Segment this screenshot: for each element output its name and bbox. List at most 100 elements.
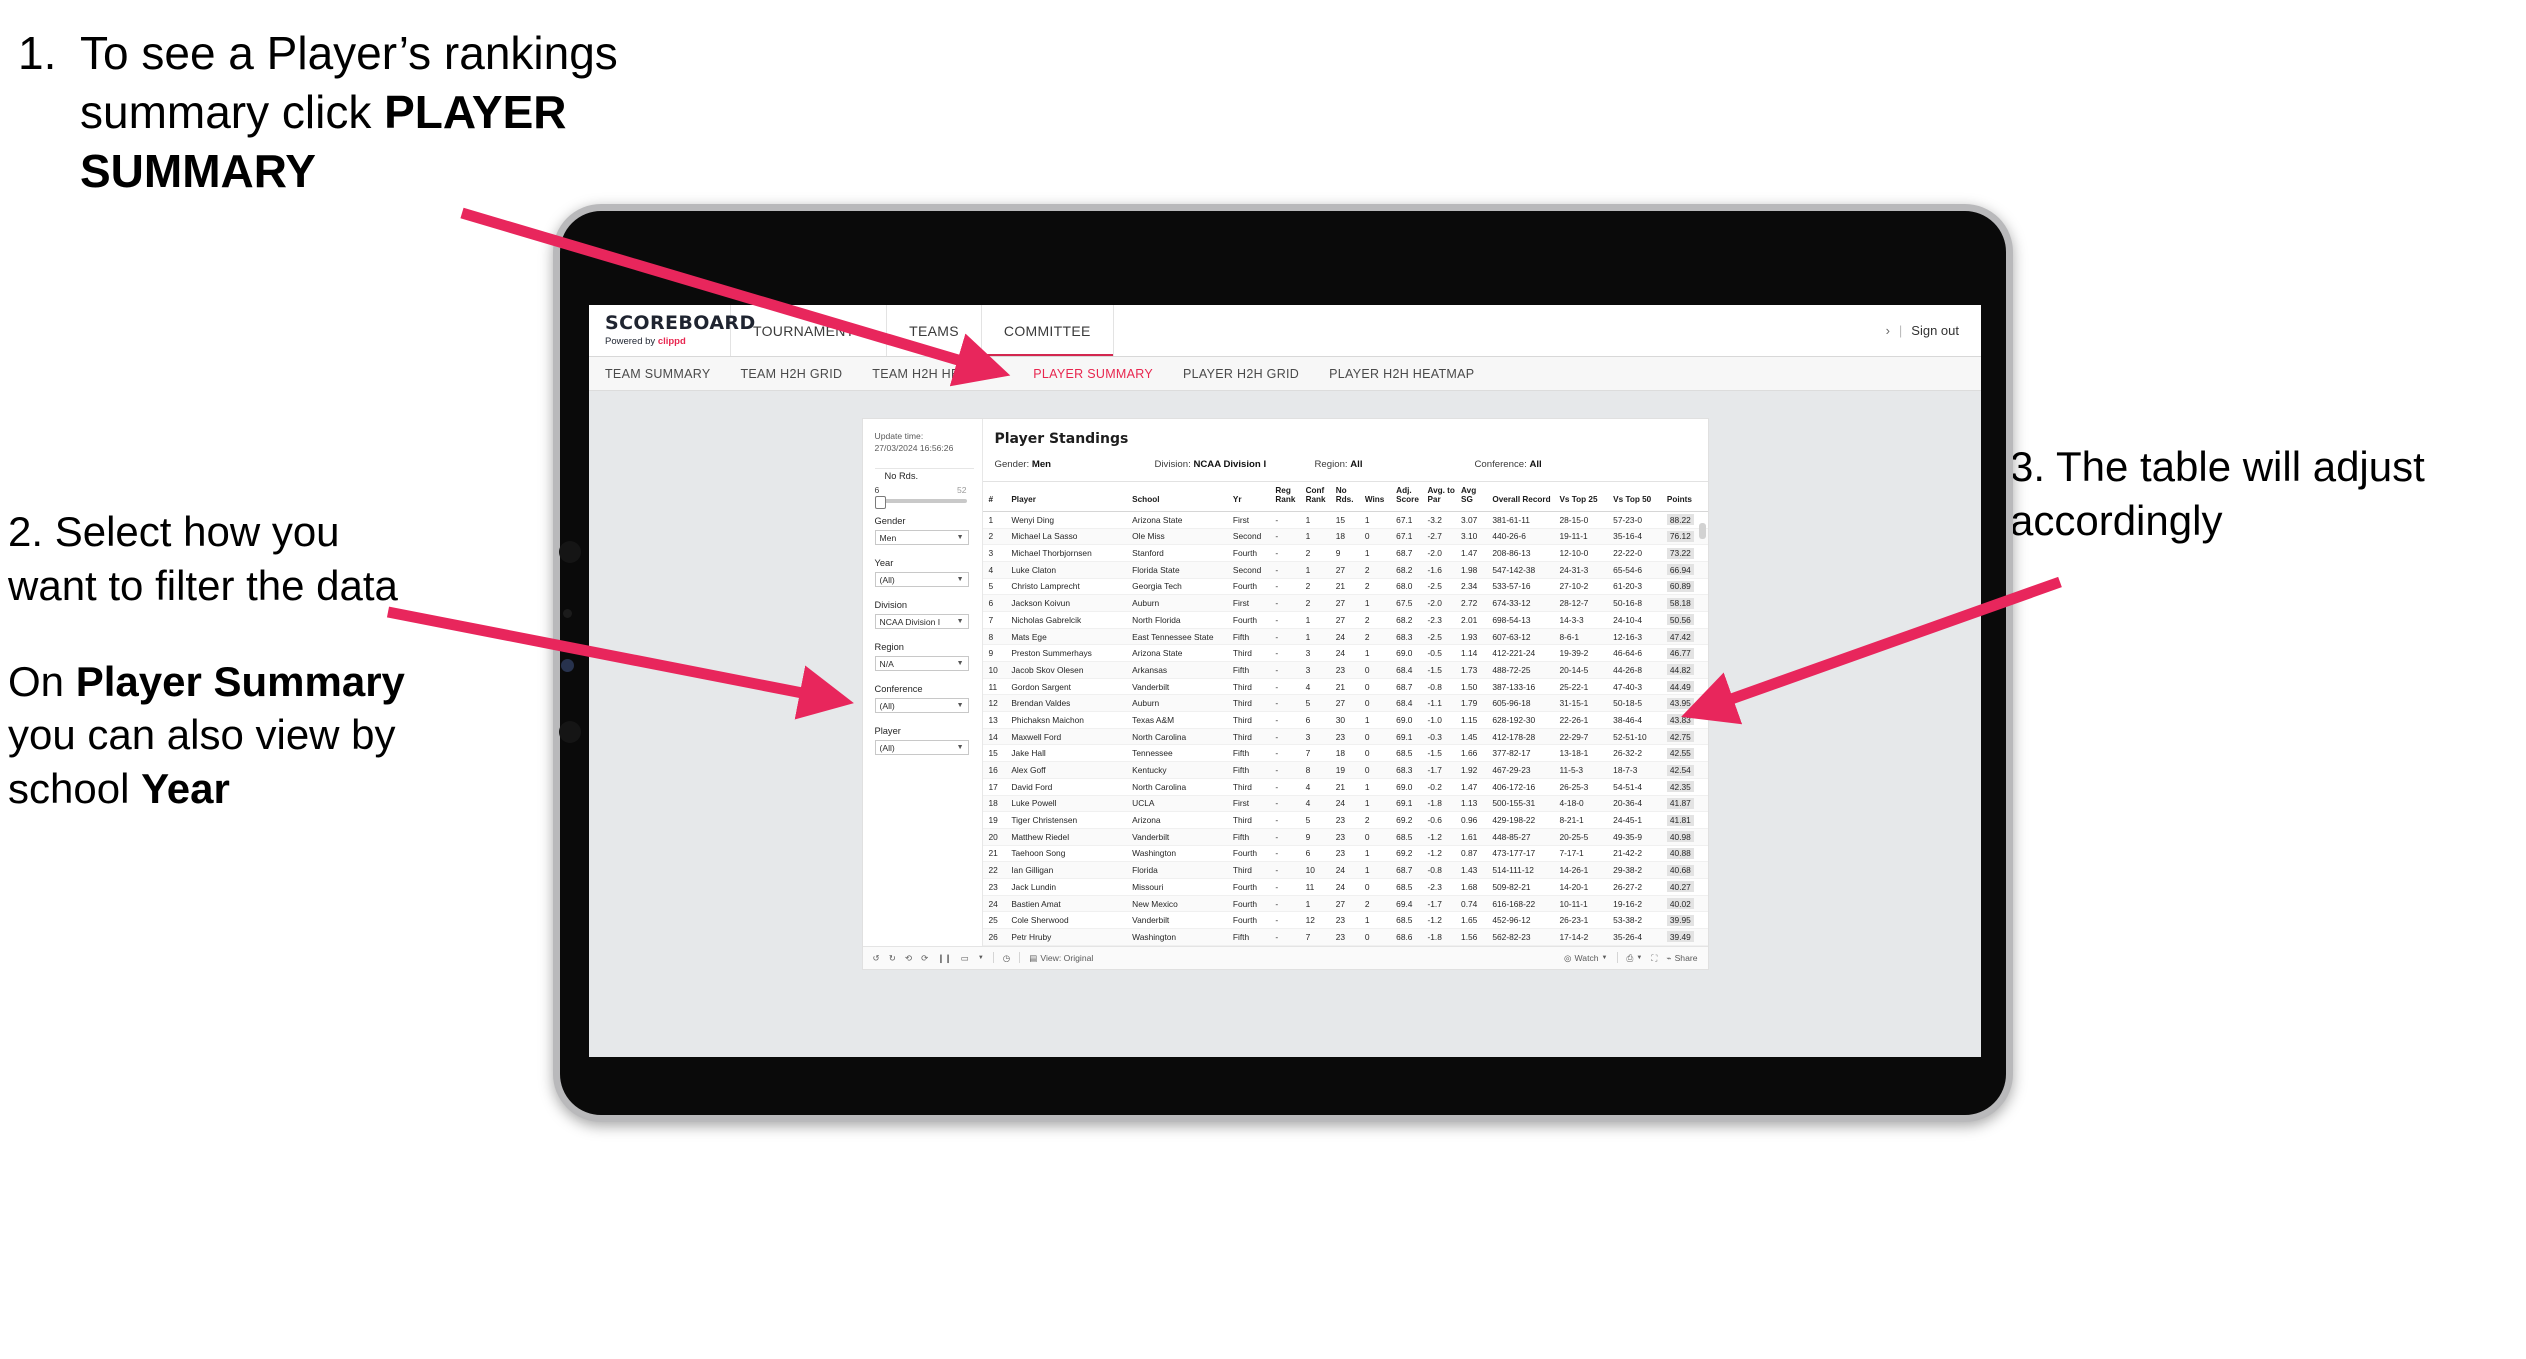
division-select[interactable]: NCAA Division I ▼ xyxy=(874,614,969,630)
cell-overall-record: 616-168-22 xyxy=(1490,895,1558,913)
table-row[interactable]: 25 Cole Sherwood Vanderbilt Fourth -12 23 1 68.… xyxy=(982,911,1708,930)
table-row[interactable]: 16 Alex Goff Kentucky Fifth -8 19 0 68.3 -1.7 1.9… xyxy=(982,761,1708,779)
cell-vs-top-50: 19-16-2 xyxy=(1611,895,1665,913)
region-select[interactable]: N/A ▼ xyxy=(874,656,969,672)
table-row[interactable]: 13 Phichaksn Maichon Texas A&M Third -6 30 1 69… xyxy=(982,711,1708,729)
player-standings-card: Update time: 27/03/2024 16:56:26 No Rds.… xyxy=(862,419,1708,969)
cell-yr: First xyxy=(1230,511,1274,529)
table-row[interactable]: 14 Maxwell Ford North Carolina Third -3 23 0 69… xyxy=(982,728,1708,746)
share-button[interactable]: ⌁ Share xyxy=(1666,953,1697,963)
cell-reg-rank: - xyxy=(1273,511,1304,529)
table-row[interactable]: 22 Ian Gilligan Florida Third -10 24 1 68.7 -0.8… xyxy=(982,861,1708,879)
table-row[interactable]: 11 Gordon Sargent Vanderbilt Third -4 21 0 68.7… xyxy=(982,678,1708,696)
tab-player-h2h-heatmap[interactable]: PLAYER H2H HEATMAP xyxy=(1329,367,1474,381)
table-row[interactable]: 8 Mats Ege East Tennessee State Fifth -1 24 2 6… xyxy=(982,628,1708,646)
gender-label: Gender xyxy=(874,516,906,527)
chevron-right-icon[interactable]: › xyxy=(1886,323,1890,338)
cell-reg-rank: - xyxy=(1273,678,1304,696)
cell-overall-record: 500-155-31 xyxy=(1490,795,1558,813)
table-row[interactable]: 18 Luke Powell UCLA First -4 24 1 69.1 -1.8 1.13 5… xyxy=(982,795,1708,813)
col-rank[interactable]: # xyxy=(982,481,1010,512)
sign-out-button[interactable]: Sign out xyxy=(1911,323,1959,338)
col-reg-rank[interactable]: Reg Rank xyxy=(1273,481,1304,512)
table-row[interactable]: 24 Bastien Amat New Mexico Fourth -1 27 2 69.4-… xyxy=(982,895,1708,913)
cell-adj-score: 69.2 xyxy=(1394,811,1426,829)
cell-vs-top-50: 46-64-6 xyxy=(1611,644,1665,663)
col-avg-sg[interactable]: Avg SG xyxy=(1459,481,1491,512)
col-conf-rank[interactable]: Conf Rank xyxy=(1303,481,1334,512)
cell-yr: Third xyxy=(1230,711,1274,729)
cell-avg-to-par: -0.6 xyxy=(1425,811,1460,829)
viz-summary-row: Gender: Men Division: NCAA Division I Re… xyxy=(983,447,1708,481)
table-row[interactable]: 21 Taehoon Song Washington Fourth -6 23 1 69.2-… xyxy=(982,845,1708,863)
cell-school: Vanderbilt xyxy=(1130,828,1231,846)
tab-player-h2h-grid[interactable]: PLAYER H2H GRID xyxy=(1183,367,1299,381)
region-label: Region xyxy=(874,642,904,653)
cell-vs-top-50: 20-36-4 xyxy=(1611,795,1665,813)
col-school[interactable]: School xyxy=(1130,481,1231,512)
table-row[interactable]: 12 Brendan Valdes Auburn Third -5 27 0 68.4 -1.1… xyxy=(982,694,1708,713)
tab-player-summary[interactable]: PLAYER SUMMARY xyxy=(1033,367,1153,381)
table-row[interactable]: 10 Jacob Skov Olesen Arkansas Fifth -3 23 0 68.… xyxy=(982,661,1708,679)
cell-vs-top-50: 24-45-1 xyxy=(1611,811,1665,829)
table-row[interactable]: 2 Michael La Sasso Ole Miss Second -1 18 0 67.1… xyxy=(982,528,1708,546)
cell-avg-sg: 2.72 xyxy=(1459,594,1491,612)
cell-vs-top-50: 35-16-4 xyxy=(1611,528,1665,546)
conference-select[interactable]: (All) ▼ xyxy=(874,698,969,714)
cell-points: 47.42 xyxy=(1664,628,1708,646)
view-original-button[interactable]: ▤ View: Original xyxy=(1029,953,1093,963)
col-vs-top-25[interactable]: Vs Top 25 xyxy=(1557,481,1612,512)
watch-button[interactable]: ◎ Watch ▼ xyxy=(1564,953,1608,963)
col-vs-top-50[interactable]: Vs Top 50 xyxy=(1611,481,1665,512)
player-select[interactable]: (All) ▼ xyxy=(874,740,969,756)
cell-conf-rank: 6 xyxy=(1303,845,1334,863)
table-row[interactable]: 26 Petr Hruby Washington Fifth -7 23 0 68.6 -1.8… xyxy=(982,928,1708,946)
col-yr[interactable]: Yr xyxy=(1230,481,1274,512)
download-button[interactable]: ⎙ ▼ xyxy=(1627,953,1643,962)
cell-wins: 1 xyxy=(1362,795,1395,813)
tab-team-summary[interactable]: TEAM SUMMARY xyxy=(605,367,710,381)
col-no-rds[interactable]: No Rds. xyxy=(1333,481,1363,512)
table-header: # Player School Yr Reg Rank Conf Rank No… xyxy=(982,481,1708,512)
table-row[interactable]: 4 Luke Claton Florida State Second -1 27 2 68.2… xyxy=(982,561,1708,579)
nav-item-committee[interactable]: COMMITTEE xyxy=(981,305,1114,356)
table-row[interactable]: 6 Jackson Koivun Auburn First -2 27 1 67.5 -2.0 2… xyxy=(982,594,1708,612)
table-row[interactable]: 1 Wenyi Ding Arizona State First -1 15 1 67.1 -3… xyxy=(982,511,1708,529)
year-select[interactable]: (All) ▼ xyxy=(874,572,969,588)
cell-school: Missouri xyxy=(1130,878,1231,896)
table-row[interactable]: 9 Preston Summerhays Arizona State Third -3 2… xyxy=(982,644,1708,663)
table-row[interactable]: 3 Michael Thorbjornsen Stanford Fourth -2 9 1 6… xyxy=(982,544,1708,562)
table-row[interactable]: 23 Jack Lundin Missouri Fourth -11 24 0 68.5 -2.… xyxy=(982,878,1708,896)
slider-handle[interactable] xyxy=(874,495,886,509)
table-row[interactable]: 19 Tiger Christensen Arizona Third -5 23 2 69.2… xyxy=(982,811,1708,829)
table-row[interactable]: 7 Nicholas Gabrelcik North Florida Fourth -1… xyxy=(982,611,1708,629)
tab-team-h2h-grid[interactable]: TEAM H2H GRID xyxy=(740,367,842,381)
nav-item-teams[interactable]: TEAMS xyxy=(887,305,982,356)
cell-wins: 1 xyxy=(1362,544,1395,562)
no-rounds-slider[interactable] xyxy=(874,495,967,509)
col-wins[interactable]: Wins xyxy=(1362,481,1395,512)
col-adj-score[interactable]: Adj. Score xyxy=(1394,481,1426,512)
cell-overall-record: 377-82-17 xyxy=(1490,744,1558,763)
cell-overall-record: 440-26-6 xyxy=(1490,528,1558,546)
nav-item-tournaments[interactable]: TOURNAMENTS xyxy=(731,305,888,356)
chevron-down-icon: ▼ xyxy=(956,702,964,710)
cell-overall-record: 674-33-12 xyxy=(1490,594,1558,612)
cell-reg-rank: - xyxy=(1273,744,1304,763)
gender-select[interactable]: Men ▼ xyxy=(874,530,969,546)
col-overall-record[interactable]: Overall Record xyxy=(1490,481,1558,512)
table-row[interactable]: 17 David Ford North Carolina Third -4 21 1 69.0… xyxy=(982,778,1708,796)
cell-: 25 xyxy=(982,911,1010,930)
cell-no-rds: 27 xyxy=(1333,694,1363,713)
table-row[interactable]: 5 Christo Lamprecht Georgia Tech Fourth -2 21… xyxy=(982,578,1708,596)
table-row[interactable]: 20 Matthew Riedel Vanderbilt Fifth -9 23 0 68.5… xyxy=(982,828,1708,846)
col-player[interactable]: Player xyxy=(1009,481,1131,512)
col-avg-to-par[interactable]: Avg. to Par xyxy=(1425,481,1460,512)
vertical-scrollbar[interactable] xyxy=(1698,523,1706,539)
table-row[interactable]: 15 Jake Hall Tennessee Fifth -7 18 0 68.5 -1.5 1.… xyxy=(982,744,1708,763)
filter-conference: Conference (All) ▼ xyxy=(874,684,982,714)
summary-conference: Conference: All xyxy=(1474,459,1542,470)
player-standings-table: # Player School Yr Reg Rank Conf Rank No… xyxy=(982,481,1708,946)
tab-team-h2h-heatmap[interactable]: TEAM H2H HEATMAP xyxy=(872,367,1003,381)
col-points[interactable]: Points xyxy=(1664,481,1708,512)
